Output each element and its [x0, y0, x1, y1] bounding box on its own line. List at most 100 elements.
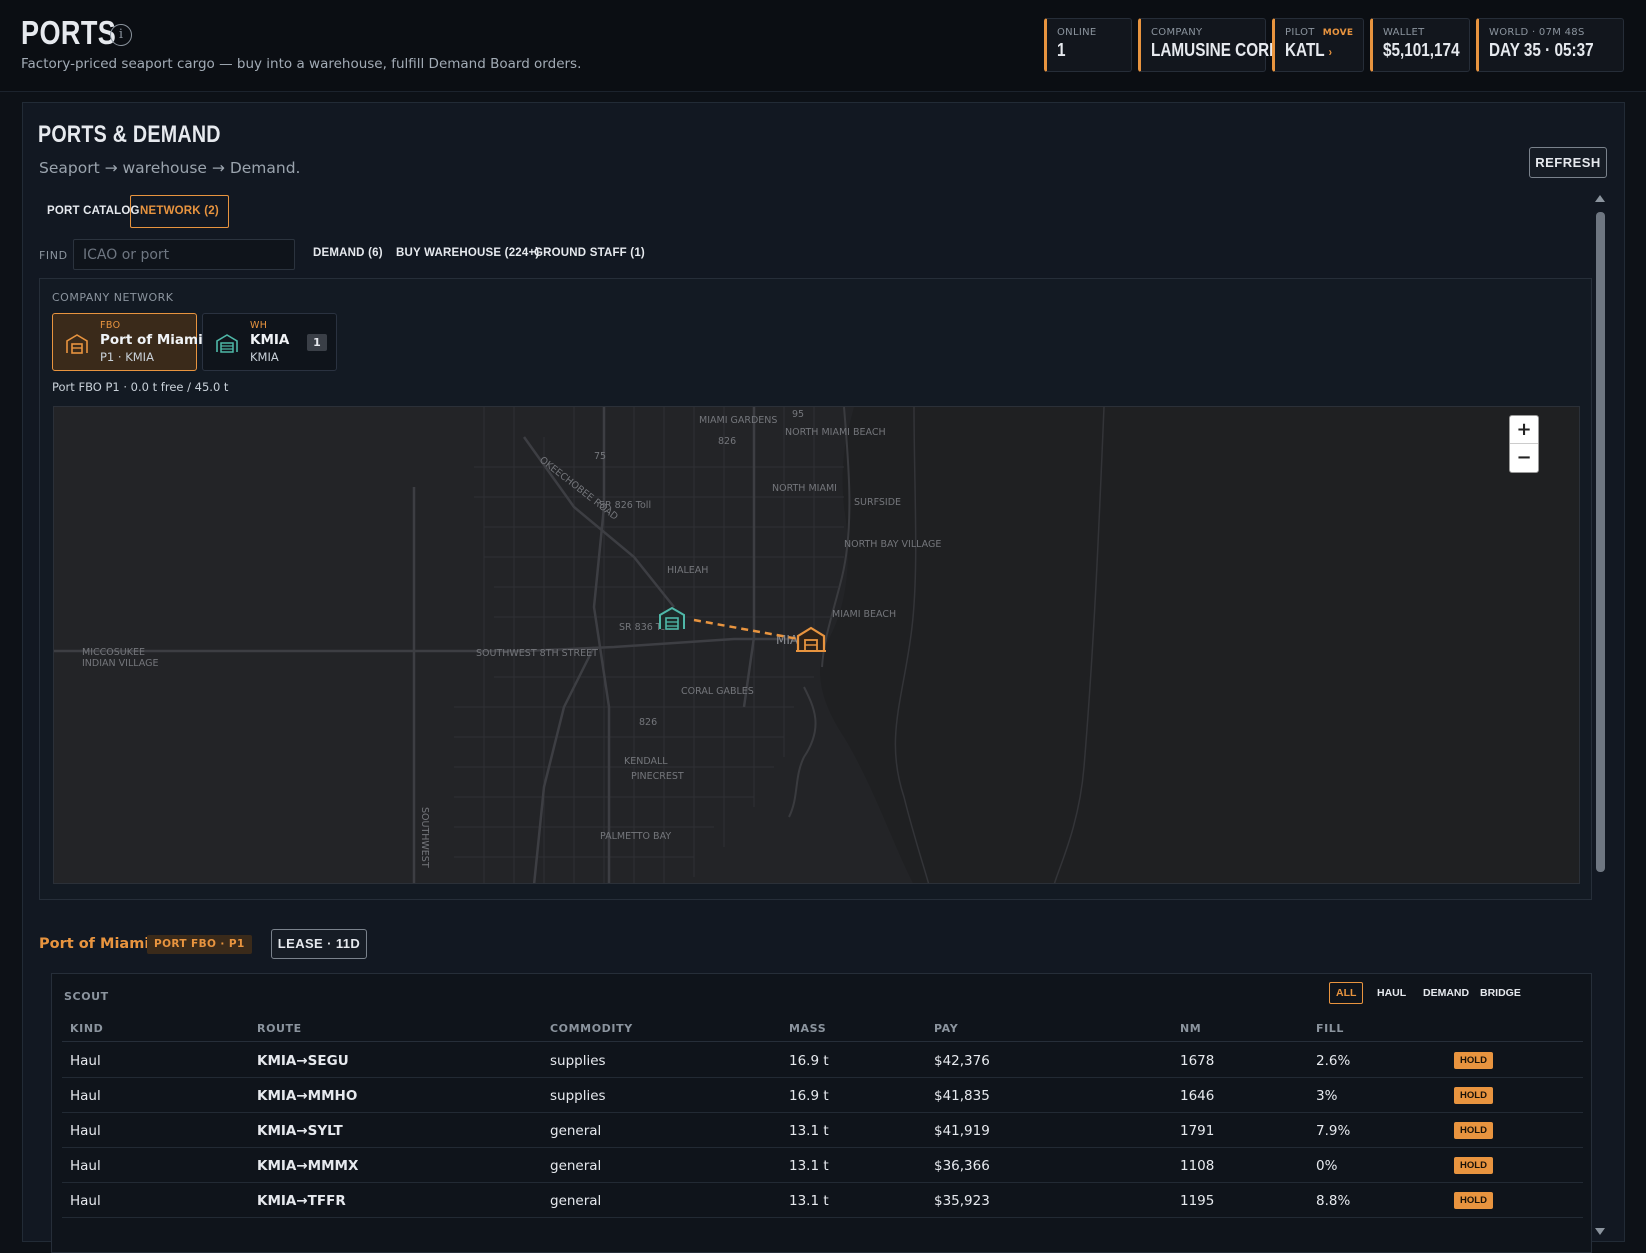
filter-haul[interactable]: HAUL: [1370, 982, 1413, 1004]
table-header: KIND ROUTE COMMODITY MASS PAY NM FILL: [62, 1014, 1583, 1042]
cell-fill: 0%: [1316, 1158, 1338, 1174]
filter-demand[interactable]: DEMAND: [1416, 982, 1476, 1004]
map-label: INDIAN VILLAGE: [82, 658, 158, 669]
map-label: HIALEAH: [667, 565, 708, 576]
cell-route: KMIA→MMMX: [257, 1158, 359, 1174]
map-label: 75: [594, 451, 606, 462]
port-badge: PORT FBO · P1: [147, 935, 252, 954]
stat-wallet: WALLET $5,101,174: [1370, 18, 1470, 72]
cell-pay: $35,923: [934, 1193, 990, 1209]
scroll-thumb[interactable]: [1596, 212, 1605, 872]
cell-nm: 1108: [1180, 1158, 1215, 1174]
map-view[interactable]: MIAMI GARDENS NORTH MIAMI BEACH NORTH MI…: [53, 406, 1580, 884]
chip-kind: FBO: [100, 320, 121, 331]
filter-all[interactable]: ALL: [1329, 982, 1364, 1004]
tab-network[interactable]: NETWORK (2): [130, 195, 229, 228]
subtab-buy-warehouse[interactable]: BUY WAREHOUSE (224+): [396, 247, 539, 259]
stat-value: LAMUSINE CORP.: [1151, 40, 1282, 60]
cell-mass: 13.1 t: [789, 1123, 829, 1139]
cell-pay: $41,919: [934, 1123, 990, 1139]
table-row[interactable]: Haul KMIA→TFFR general 13.1 t $35,923 11…: [62, 1183, 1583, 1218]
cell-mass: 13.1 t: [789, 1193, 829, 1209]
cell-kind: Haul: [70, 1158, 101, 1174]
cell-commodity: general: [550, 1123, 602, 1139]
map-label: SOUTHWEST: [419, 807, 430, 868]
stat-pilot[interactable]: PILOT MOVE KATL ›: [1272, 18, 1364, 72]
map-label: NORTH MIAMI BEACH: [785, 427, 886, 438]
filter-bridge[interactable]: BRIDGE: [1473, 982, 1528, 1004]
subtab-ground-staff[interactable]: GROUND STAFF (1): [534, 247, 645, 259]
scout-section: SCOUT ALL HAUL DEMAND BRIDGE KIND ROUTE …: [51, 973, 1592, 1253]
scout-label: SCOUT: [64, 990, 109, 1003]
refresh-button[interactable]: REFRESH: [1529, 147, 1607, 178]
cell-nm: 1195: [1180, 1193, 1215, 1209]
hold-button[interactable]: HOLD: [1454, 1122, 1493, 1139]
company-network: COMPANY NETWORK FBO Port of Miami P1 · K…: [39, 278, 1592, 900]
cell-commodity: general: [550, 1158, 602, 1174]
port-name: Port of Miami: [39, 936, 150, 952]
subtab-demand[interactable]: DEMAND (6): [313, 247, 383, 259]
cell-route: KMIA→SYLT: [257, 1123, 343, 1139]
page-subtitle: Factory-priced seaport cargo — buy into …: [21, 56, 582, 72]
chip-count-badge: 1: [307, 334, 327, 351]
map-label: MIAMI BEACH: [832, 609, 896, 620]
map-label: KENDALL: [624, 756, 668, 767]
cell-fill: 8.8%: [1316, 1193, 1351, 1209]
cell-commodity: general: [550, 1193, 602, 1209]
scrollbar[interactable]: [1593, 195, 1607, 1240]
column-header: KIND: [70, 1022, 104, 1035]
info-icon[interactable]: i: [110, 24, 132, 46]
chip-sub: KMIA: [250, 350, 279, 364]
hold-button[interactable]: HOLD: [1454, 1157, 1493, 1174]
chevron-right-icon: ›: [1328, 45, 1333, 59]
map-label: 826: [639, 717, 657, 728]
cell-mass: 13.1 t: [789, 1158, 829, 1174]
table-row[interactable]: Haul KMIA→MMMX general 13.1 t $36,366 11…: [62, 1148, 1583, 1183]
column-header: ROUTE: [257, 1022, 302, 1035]
lease-button[interactable]: LEASE · 11D: [271, 929, 367, 959]
warehouse-icon: [216, 334, 238, 353]
network-chip-warehouse[interactable]: WH KMIA KMIA 1: [202, 313, 337, 371]
panel-title: PORTS & DEMAND: [38, 121, 221, 148]
table-row[interactable]: Haul KMIA→SEGU supplies 16.9 t $42,376 1…: [62, 1043, 1583, 1078]
stat-label: COMPANY: [1151, 27, 1203, 38]
map-label: NORTH MIAMI: [772, 483, 837, 494]
scroll-down-arrow-icon[interactable]: [1595, 1228, 1605, 1235]
cell-nm: 1678: [1180, 1053, 1215, 1069]
zoom-control: + −: [1509, 415, 1539, 473]
chip-name: Port of Miami: [100, 332, 203, 348]
cell-kind: Haul: [70, 1053, 101, 1069]
map-label: SOUTHWEST 8TH STREET: [476, 648, 598, 659]
stat-world: WORLD · 07M 48S DAY 35 · 05:37: [1476, 18, 1624, 72]
scroll-up-arrow-icon[interactable]: [1595, 195, 1605, 202]
cell-mass: 16.9 t: [789, 1088, 829, 1104]
hold-button[interactable]: HOLD: [1454, 1052, 1493, 1069]
table-row[interactable]: Haul KMIA→SYLT general 13.1 t $41,919 17…: [62, 1113, 1583, 1148]
stat-value: DAY 35 · 05:37: [1489, 40, 1594, 60]
map-label: SURFSIDE: [854, 497, 901, 508]
cell-mass: 16.9 t: [789, 1053, 829, 1069]
cell-fill: 3%: [1316, 1088, 1338, 1104]
zoom-in-button[interactable]: +: [1510, 416, 1538, 444]
network-chip-fbo[interactable]: FBO Port of Miami P1 · KMIA: [52, 313, 203, 371]
chip-name: KMIA: [250, 332, 290, 348]
table-row[interactable]: Haul KMIA→MMHO supplies 16.9 t $41,835 1…: [62, 1078, 1583, 1113]
map-label: MIAMI GARDENS: [699, 415, 777, 426]
capacity-text: Port FBO P1 · 0.0 t free / 45.0 t: [52, 380, 229, 394]
cell-route: KMIA→TFFR: [257, 1193, 346, 1209]
zoom-out-button[interactable]: −: [1510, 444, 1538, 472]
stat-online: ONLINE 1: [1044, 18, 1132, 72]
move-link[interactable]: MOVE: [1323, 28, 1354, 38]
port-header: Port of Miami PORT FBO · P1 LEASE · 11D: [39, 928, 839, 960]
hold-button[interactable]: HOLD: [1454, 1087, 1493, 1104]
search-input[interactable]: [73, 239, 295, 270]
chip-sub: P1 · KMIA: [100, 350, 154, 364]
cell-fill: 2.6%: [1316, 1053, 1351, 1069]
hold-button[interactable]: HOLD: [1454, 1192, 1493, 1209]
stat-value: $5,101,174: [1383, 40, 1460, 60]
map-canvas[interactable]: MIAMI GARDENS NORTH MIAMI BEACH NORTH MI…: [54, 407, 1580, 884]
map-label: PINECREST: [631, 771, 684, 782]
page-title: PORTS: [21, 14, 117, 51]
stat-company: COMPANY LAMUSINE CORP.: [1138, 18, 1282, 72]
panel-subtitle: Seaport → warehouse → Demand.: [39, 159, 301, 177]
